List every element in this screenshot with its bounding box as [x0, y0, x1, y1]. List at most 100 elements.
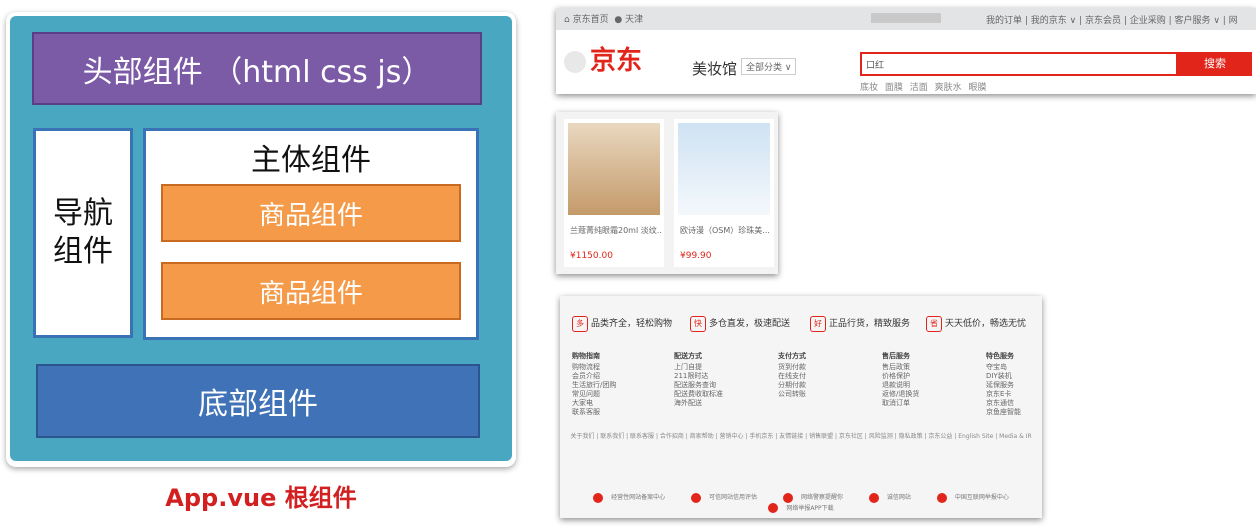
badge-icon: [691, 492, 702, 503]
footer-link[interactable]: 货到付款: [778, 363, 806, 372]
product-price: ¥99.90: [680, 251, 712, 261]
footer-column: 购物指南 购物流程 会员介绍 生活旅行/团购 常见问题 大家电 联系客服: [572, 352, 616, 417]
footer-column-head: 支付方式: [778, 352, 806, 360]
footer-column: 配送方式 上门自提 211限时达 配送服务查询 配送费收取标准 海外配送: [674, 352, 723, 408]
footer-link[interactable]: 延保服务: [986, 381, 1021, 390]
promise-icon: 多: [572, 316, 588, 332]
footer-column-head: 配送方式: [674, 352, 702, 360]
footer-link[interactable]: 售后政策: [882, 363, 919, 372]
footer-link[interactable]: DIY装机: [986, 372, 1021, 381]
product-component-box-2: 商品组件: [161, 262, 461, 320]
product-component-label-2: 商品组件: [258, 278, 363, 309]
footer-link[interactable]: 海外配送: [674, 399, 723, 408]
promise-icon: 省: [926, 316, 942, 332]
footer-link[interactable]: 公司转账: [778, 390, 806, 399]
trust-badge[interactable]: 网络举报APP下载: [762, 503, 839, 513]
footer-component-box: 底部组件: [36, 364, 480, 438]
footer-link[interactable]: 生活旅行/团购: [572, 381, 616, 390]
product-image: [678, 123, 770, 215]
trust-badge[interactable]: 中国互联网举报中心: [931, 492, 1015, 503]
category-select[interactable]: 全部分类 ∨: [741, 58, 797, 75]
footer-link[interactable]: 购物流程: [572, 363, 616, 372]
header-component-label: 头部组件 （html css js）: [82, 54, 432, 90]
product-image: [568, 123, 660, 215]
footer-link[interactable]: 配送服务查询: [674, 381, 723, 390]
promise-item: 多品类齐全，轻松购物: [572, 316, 672, 332]
footer-link[interactable]: 联系客服: [572, 408, 616, 417]
root-component-caption: App.vue 根组件: [165, 484, 357, 512]
footer-link-row[interactable]: 关于我们 | 联系我们 | 联系客服 | 合作招商 | 商家帮助 | 营销中心 …: [560, 432, 1042, 441]
blurred-user-info: [871, 13, 941, 23]
logo-text: 京东: [590, 46, 643, 76]
footer-screenshot: 多品类齐全，轻松购物 快多仓直发，极速配送 好正品行货，精致服务 省天天低价，畅…: [560, 296, 1042, 518]
city-label[interactable]: 天津: [625, 15, 643, 25]
footer-link[interactable]: 211限时达: [674, 372, 723, 381]
promise-text: 多仓直发，极速配送: [709, 319, 791, 329]
footer-link[interactable]: 配送费收取标准: [674, 390, 723, 399]
footer-column: 售后服务 售后政策 价格保护 退款说明 返修/退换货 取消订单: [882, 352, 919, 408]
promise-icon: 快: [690, 316, 706, 332]
footer-column-head: 售后服务: [882, 352, 910, 360]
products-screenshot: 兰蔻菁纯眼霜20ml 淡纹... ¥1150.00 欧诗漫（OSM）珍珠美...…: [556, 112, 778, 274]
footer-column-head: 购物指南: [572, 352, 600, 360]
nav-component-label: 导航组件: [53, 196, 113, 269]
badge-icon: [868, 492, 879, 503]
home-icon: ⌂: [564, 15, 570, 25]
top-links[interactable]: 我的订单 | 我的京东 ∨ | 京东会员 | 企业采购 | 客户服务 ∨ | 网: [986, 13, 1238, 26]
badge-icon: [593, 492, 604, 503]
footer-link[interactable]: 分期付款: [778, 381, 806, 390]
product-name[interactable]: 兰蔻菁纯眼霜20ml 淡纹...: [570, 225, 662, 236]
trust-badge[interactable]: 可信网站信用评估: [685, 492, 763, 503]
hot-search-words[interactable]: 底妆 面膜 洁面 爽肤水 眼膜: [860, 80, 986, 93]
header-screenshot: ⌂ 京东首页 ● 天津 我的订单 | 我的京东 ∨ | 京东会员 | 企业采购 …: [556, 8, 1256, 94]
badge-icon: [936, 492, 947, 503]
footer-component-label: 底部组件: [198, 387, 318, 422]
main-component-label: 主体组件: [251, 143, 371, 178]
promise-icon: 好: [810, 316, 826, 332]
footer-link[interactable]: 上门自提: [674, 363, 723, 372]
footer-link[interactable]: 返修/退换货: [882, 390, 919, 399]
promise-text: 天天低价，畅选无忧: [945, 319, 1027, 329]
search-button[interactable]: 搜索: [1178, 52, 1252, 76]
badge-icon: [768, 503, 779, 513]
footer-link[interactable]: 大家电: [572, 399, 616, 408]
footer-link[interactable]: 京东通信: [986, 399, 1021, 408]
footer-column: 特色服务 夺宝岛 DIY装机 延保服务 京东E卡 京东通信 京鱼座智能: [986, 352, 1021, 417]
jd-logo[interactable]: 京东: [564, 40, 642, 77]
top-bar: ⌂ 京东首页 ● 天津 我的订单 | 我的京东 ∨ | 京东会员 | 企业采购 …: [556, 8, 1256, 30]
trust-badge[interactable]: 诚信网站: [863, 492, 917, 503]
product-price: ¥1150.00: [570, 251, 613, 261]
nav-component-box: 导航组件: [33, 128, 133, 338]
promise-text: 品类齐全，轻松购物: [591, 319, 673, 329]
product-card[interactable]: 欧诗漫（OSM）珍珠美... ¥99.90: [674, 119, 774, 267]
badge-icon: [782, 492, 793, 503]
footer-link[interactable]: 会员介绍: [572, 372, 616, 381]
footer-link[interactable]: 常见问题: [572, 390, 616, 399]
search-input[interactable]: 口红: [860, 52, 1178, 76]
trust-badge[interactable]: 网络警察提醒你: [777, 492, 849, 503]
footer-link[interactable]: 在线支付: [778, 372, 806, 381]
footer-link[interactable]: 退款说明: [882, 381, 919, 390]
promise-text: 正品行货，精致服务: [829, 319, 911, 329]
jd-dog-icon: [564, 50, 586, 73]
site-category-label: 美妆馆: [692, 60, 738, 78]
location-area: ⌂ 京东首页 ● 天津: [564, 12, 643, 25]
product-card[interactable]: 兰蔻菁纯眼霜20ml 淡纹... ¥1150.00: [564, 119, 664, 267]
home-link[interactable]: 京东首页: [573, 15, 609, 25]
footer-link[interactable]: 京鱼座智能: [986, 408, 1021, 417]
pin-icon: ●: [611, 15, 623, 25]
footer-column: 支付方式 货到付款 在线支付 分期付款 公司转账: [778, 352, 806, 399]
product-name[interactable]: 欧诗漫（OSM）珍珠美...: [680, 225, 772, 236]
trust-badge[interactable]: 经营性网站备案中心: [587, 492, 671, 503]
header-component-box: 头部组件 （html css js）: [32, 32, 482, 105]
product-component-label-1: 商品组件: [258, 200, 363, 231]
footer-link[interactable]: 京东E卡: [986, 390, 1021, 399]
product-component-box-1: 商品组件: [161, 184, 461, 242]
footer-column-head: 特色服务: [986, 352, 1014, 360]
trust-badges: 经营性网站备案中心 可信网站信用评估 网络警察提醒你 诚信网站 中国互联网举报中…: [560, 492, 1042, 513]
promise-item: 省天天低价，畅选无忧: [926, 316, 1026, 332]
footer-link[interactable]: 取消订单: [882, 399, 919, 408]
promise-item: 快多仓直发，极速配送: [690, 316, 790, 332]
footer-link[interactable]: 价格保护: [882, 372, 919, 381]
footer-link[interactable]: 夺宝岛: [986, 363, 1021, 372]
